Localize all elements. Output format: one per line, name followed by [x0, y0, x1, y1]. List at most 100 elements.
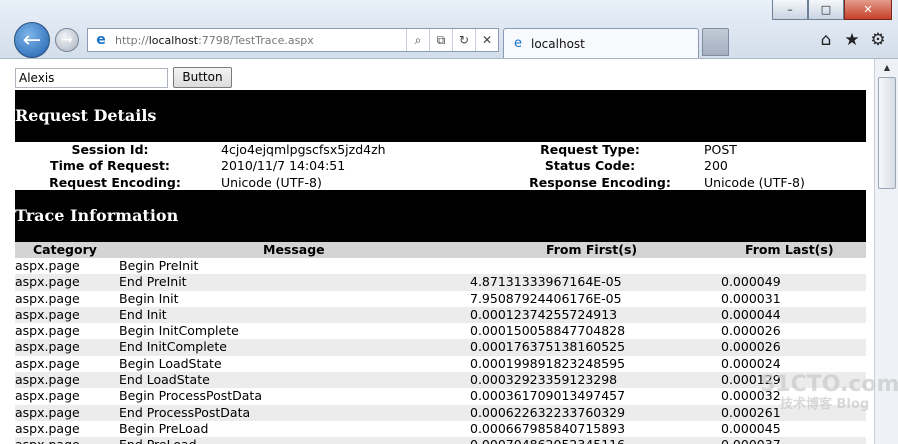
column-category: Category: [33, 242, 97, 257]
request-type-value: POST: [704, 142, 737, 157]
minimize-button[interactable]: –: [772, 0, 808, 20]
page-viewport: Alexis Button Request Details Session Id…: [0, 59, 874, 444]
table-cell: 0.000176375138160525: [470, 339, 626, 355]
table-cell: aspx.page: [15, 306, 80, 322]
table-cell: aspx.page: [15, 372, 80, 388]
refresh-icon[interactable]: ↻: [452, 29, 475, 51]
table-row: aspx.page End LoadState 0.0003292335912329…: [15, 372, 866, 389]
response-encoding-label: Response Encoding:: [529, 175, 671, 190]
request-encoding-label: Request Encoding:: [49, 175, 181, 190]
maximize-button[interactable]: □: [808, 0, 844, 20]
table-row: aspx.page End InitComplete 0.0001763751381…: [15, 339, 866, 356]
table-cell: 0.000704862052345116: [470, 437, 625, 444]
table-cell: 0.000150058847704828: [470, 323, 626, 339]
close-window-button[interactable]: ✕: [844, 0, 892, 20]
column-from-first: From First(s): [546, 242, 638, 257]
submit-button[interactable]: Button: [173, 67, 232, 88]
table-cell: 0.000667985840715893: [470, 420, 626, 436]
table-row: aspx.page Begin ProcessPostData 0.00036170…: [15, 388, 866, 404]
forward-button[interactable]: →: [55, 28, 79, 52]
scroll-up-icon[interactable]: ▲: [879, 61, 895, 75]
table-cell: End ProcessPostData: [119, 404, 251, 420]
table-row: aspx.page End ProcessPostData 0.0006226322…: [15, 404, 866, 421]
table-cell: aspx.page: [15, 274, 80, 290]
table-cell: Begin PreLoad: [119, 420, 209, 436]
session-id-label: Session Id:: [71, 142, 149, 157]
time-label: Time of Request:: [50, 158, 170, 173]
table-row: aspx.page Begin PreInit: [15, 258, 866, 274]
toolbar-icons: ⌂ ★ ⚙: [816, 30, 888, 50]
new-tab-button[interactable]: [702, 28, 729, 56]
ie-tab-icon: e: [514, 36, 522, 51]
response-encoding-value: Unicode (UTF-8): [704, 175, 805, 190]
table-cell: aspx.page: [15, 355, 80, 371]
table-cell: 7.95087924406176E-05: [470, 290, 622, 306]
column-message: Message: [263, 242, 325, 257]
table-row: aspx.page Begin PreLoad 0.0006679858407158…: [15, 421, 866, 437]
address-bar[interactable]: e http://localhost:7798/TestTrace.aspx ⌕…: [87, 28, 499, 52]
table-cell: 0.000622632233760329: [470, 404, 626, 420]
table-row: aspx.page Begin InitComplete 0.00015005884…: [15, 323, 866, 339]
watermark: 51CTO.com 技术博客 Blog: [760, 372, 898, 412]
table-cell: End LoadState: [119, 372, 210, 388]
table-row: aspx.page Begin LoadState 0.00019989182324…: [15, 356, 866, 372]
table-cell: End PreLoad: [119, 437, 197, 444]
table-cell: aspx.page: [15, 404, 80, 420]
detail-row: Session Id: 4cjo4ejqmlpgscfsx5jzd4zh Req…: [15, 142, 866, 158]
table-cell: Begin PreInit: [119, 258, 199, 273]
name-textbox[interactable]: Alexis: [15, 68, 168, 88]
table-cell: 0.000026: [721, 323, 781, 339]
table-cell: 0.000199891823248595: [470, 355, 626, 371]
table-cell: 0.000044: [721, 306, 781, 322]
table-row: aspx.page End PreLoad 0.000704862052345116…: [15, 437, 866, 444]
table-cell: Begin InitComplete: [119, 323, 239, 339]
trace-table-header: Category Message From First(s) From Last…: [15, 242, 866, 258]
table-cell: aspx.page: [15, 388, 80, 404]
gear-icon[interactable]: ⚙: [868, 30, 888, 50]
table-row: aspx.page End Init 0.00012374255724913 0.00…: [15, 306, 866, 324]
browser-chrome: – □ ✕ ← → e http://localhost:7798/TestTr…: [0, 0, 898, 59]
tab-title: localhost: [531, 36, 585, 51]
trace-information-heading: Trace Information: [15, 190, 866, 242]
table-cell: aspx.page: [15, 290, 80, 306]
table-cell: 0.000045: [721, 420, 781, 436]
request-type-label: Request Type:: [540, 142, 640, 157]
table-cell: 0.000024: [721, 355, 781, 371]
address-url[interactable]: http://localhost:7798/TestTrace.aspx: [115, 34, 406, 47]
status-code-value: 200: [704, 158, 728, 173]
favorites-icon[interactable]: ★: [842, 30, 862, 50]
home-icon[interactable]: ⌂: [816, 30, 836, 50]
back-button[interactable]: ←: [14, 22, 50, 58]
table-cell: aspx.page: [15, 258, 80, 273]
table-cell: 0.000361709013497457: [470, 388, 626, 404]
detail-row: Time of Request: 2010/11/7 14:04:51 Stat…: [15, 158, 866, 174]
table-cell: End PreInit: [119, 274, 187, 290]
ie-page-icon: e: [96, 32, 106, 48]
table-cell: End Init: [119, 306, 167, 322]
table-cell: End InitComplete: [119, 339, 227, 355]
trace-table-body: aspx.page Begin PreInit aspx.page End PreIn…: [15, 258, 866, 444]
status-code-label: Status Code:: [544, 158, 636, 173]
table-cell: Begin ProcessPostData: [119, 388, 262, 404]
table-cell: Begin Init: [119, 290, 179, 306]
scroll-thumb[interactable]: [878, 77, 896, 189]
time-value: 2010/11/7 14:04:51: [221, 158, 346, 173]
request-encoding-value: Unicode (UTF-8): [221, 175, 322, 190]
request-details-table: Session Id: 4cjo4ejqmlpgscfsx5jzd4zh Req…: [15, 142, 866, 190]
stop-icon[interactable]: ✕: [475, 29, 498, 51]
search-icon[interactable]: ⌕: [406, 29, 429, 51]
table-cell: Begin LoadState: [119, 355, 222, 371]
session-id-value: 4cjo4ejqmlpgscfsx5jzd4zh: [221, 142, 386, 157]
table-row: aspx.page Begin Init 7.95087924406176E-05 0…: [15, 291, 866, 307]
table-cell: 0.000037: [721, 437, 781, 444]
request-details-heading: Request Details: [15, 90, 866, 142]
table-cell: 0.000031: [721, 290, 781, 306]
table-cell: aspx.page: [15, 437, 80, 444]
detail-row: Request Encoding: Unicode (UTF-8) Respon…: [15, 175, 866, 191]
table-cell: 0.000026: [721, 339, 781, 355]
table-cell: aspx.page: [15, 339, 80, 355]
tab-localhost[interactable]: e localhost: [503, 28, 699, 58]
table-cell: 0.00012374255724913: [470, 306, 618, 322]
compatibility-view-icon[interactable]: ⧉: [429, 29, 452, 51]
table-cell: 0.000049: [721, 274, 781, 290]
